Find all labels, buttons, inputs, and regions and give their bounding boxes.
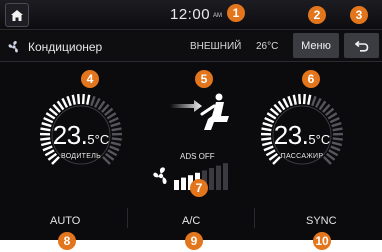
dial-tick [61, 97, 68, 108]
ac-button[interactable]: A/C [182, 215, 200, 227]
driver-temp-main: 23. [52, 120, 88, 150]
driver-temp-value: 23.5°C [38, 120, 124, 151]
dial-tick [307, 94, 312, 105]
callout-5: 5 [195, 70, 213, 88]
dial-tick [101, 103, 110, 113]
dial-tick [66, 95, 72, 107]
dial-tick [277, 100, 286, 111]
menu-button-label: Меню [301, 39, 331, 52]
fan-speed-step [181, 177, 186, 190]
callout-7: 7 [190, 179, 208, 197]
dial-tick [86, 94, 91, 105]
climate-screen: 12:00 AM Кондиционер ВНЕШНИЙ 26°C Меню 2… [0, 0, 382, 240]
dial-tick [318, 100, 327, 111]
driver-label: ВОДИТЕЛЬ [60, 153, 102, 160]
home-icon [11, 9, 23, 21]
auto-button[interactable]: AUTO [50, 215, 80, 227]
passenger-temp-main: 23. [273, 120, 309, 150]
ads-status: ADS OFF [180, 152, 215, 161]
back-button[interactable] [344, 33, 379, 58]
passenger-temp-dial[interactable]: 23.5°C ПАССАЖИР [259, 92, 345, 178]
dial-tick [81, 94, 85, 105]
seat-occupant-icon [200, 93, 229, 130]
menu-button[interactable]: Меню [293, 33, 339, 58]
dial-tick [311, 95, 317, 107]
dial-tick [273, 103, 282, 113]
callout-9: 9 [185, 232, 203, 250]
driver-temp-decimal: 5 [87, 132, 95, 147]
airflow-mode-button[interactable] [164, 92, 234, 137]
driver-temp-dial[interactable]: 23.5°C ВОДИТЕЛЬ [38, 92, 124, 178]
dial-tick [315, 97, 322, 108]
dial-tick [287, 95, 293, 107]
dial-tick [104, 107, 114, 117]
dial-tick [71, 94, 76, 105]
callout-2: 2 [308, 6, 326, 24]
dial-tick [106, 112, 117, 120]
passenger-temp-unit: °C [315, 132, 331, 147]
dial-tick [322, 103, 331, 113]
header-bar: Кондиционер ВНЕШНИЙ 26°C Меню [0, 31, 382, 62]
dial-tick [45, 112, 56, 120]
callout-8: 8 [58, 232, 76, 250]
exterior-temp-label: ВНЕШНИЙ [190, 41, 242, 52]
home-button[interactable] [5, 3, 29, 27]
back-icon [354, 40, 368, 52]
fan-speed-step [223, 163, 228, 190]
fan-speed-icon [153, 167, 167, 184]
airflow-arrow-icon [170, 100, 202, 112]
dial-tick [77, 94, 81, 105]
passenger-label: ПАССАЖИР [280, 153, 324, 160]
page-title: Кондиционер [28, 40, 103, 54]
clock-time: 12:00 [170, 6, 211, 23]
dial-tick [325, 107, 335, 117]
exterior-temp-value: 26°C [256, 41, 279, 52]
dial-tick [52, 103, 61, 113]
driver-temp-unit: °C [94, 132, 110, 147]
fan-icon [8, 40, 18, 53]
clock-ampm: AM [213, 13, 222, 19]
dial-tick [90, 95, 96, 107]
dial-tick [48, 107, 58, 117]
callout-6: 6 [302, 70, 320, 88]
callout-4: 4 [81, 70, 99, 88]
passenger-temp-value: 23.5°C [259, 120, 345, 151]
fan-speed-step [216, 165, 221, 190]
sync-button[interactable]: SYNC [306, 215, 337, 227]
dial-tick [298, 94, 302, 105]
callout-3: 3 [350, 6, 368, 24]
dial-tick [94, 97, 101, 108]
dial-tick [292, 94, 297, 105]
dial-tick [269, 107, 279, 117]
fan-speed-step [209, 168, 214, 190]
callout-10: 10 [313, 232, 331, 250]
fan-speed-step [174, 180, 179, 190]
divider [127, 208, 128, 228]
dial-tick [266, 112, 277, 120]
callout-1: 1 [227, 4, 245, 22]
dial-tick [327, 112, 338, 120]
dial-tick [302, 94, 306, 105]
dial-tick [56, 100, 65, 111]
dial-tick [97, 100, 106, 111]
divider [254, 208, 255, 228]
dial-tick [282, 97, 289, 108]
passenger-temp-decimal: 5 [308, 132, 316, 147]
